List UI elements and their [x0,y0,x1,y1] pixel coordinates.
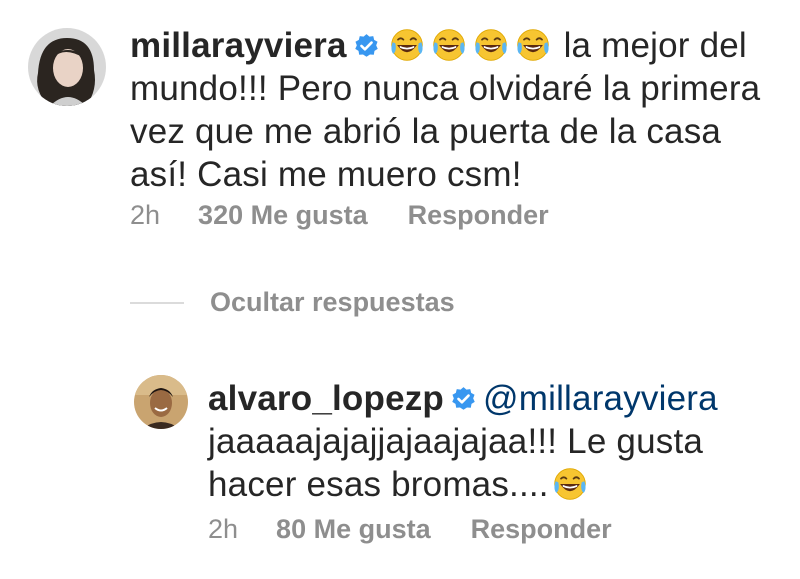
comment-body: millarayviera la mejor del mundo!!! Pero… [130,24,780,196]
reply-text: jaaaaajajajjajaajajaa!!! Le gusta hacer … [208,422,704,504]
mention-link[interactable]: @millarayviera [483,379,718,418]
hide-replies-button[interactable]: Ocultar respuestas [130,287,455,318]
reply-timestamp: 2h [208,514,239,544]
hide-replies-label: Ocultar respuestas [210,287,455,317]
comment-timestamp: 2h [130,200,161,230]
reply-button[interactable]: Responder [408,200,549,231]
verified-badge-icon [353,33,380,60]
laughing-crying-emoji-icon [515,27,551,63]
reply-username[interactable]: alvaro_lopezp [208,379,444,418]
comment-meta: 2h 320 Me gusta Responder [130,200,549,231]
reply-meta: 2h 80 Me gusta Responder [208,514,612,545]
reply-body: alvaro_lopezp @millarayviera jaaaaajajajj… [208,377,768,506]
likes-count-button[interactable]: 80 Me gusta [276,514,431,545]
laughing-crying-emoji-icon [552,466,588,502]
verified-badge-icon [450,386,477,413]
comment-username[interactable]: millarayviera [130,26,347,65]
avatar[interactable] [28,28,106,106]
divider-line [130,301,184,304]
reply-button[interactable]: Responder [471,514,612,545]
avatar-photo-icon [134,375,188,429]
laughing-crying-emoji-icon [431,27,467,63]
reply-avatar[interactable] [134,375,188,429]
avatar-photo-icon [28,28,106,106]
laughing-crying-emoji-icon [389,27,425,63]
laughing-crying-emoji-icon [473,27,509,63]
likes-count-button[interactable]: 320 Me gusta [198,200,368,231]
